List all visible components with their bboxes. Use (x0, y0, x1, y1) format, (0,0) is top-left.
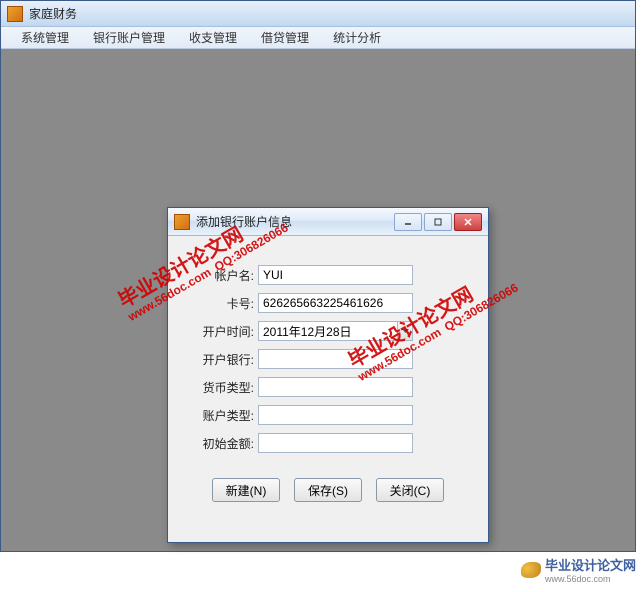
menu-system[interactable]: 系统管理 (9, 26, 81, 49)
input-open-date[interactable] (258, 321, 398, 341)
save-button[interactable]: 保存(S) (294, 478, 362, 502)
row-open-date: 开户时间: (188, 320, 468, 342)
input-account-name[interactable] (258, 265, 413, 285)
footer-text: 毕业设计论文网 (545, 555, 636, 574)
footer-url: www.56doc.com (545, 574, 636, 584)
main-window: 家庭财务 系统管理 银行账户管理 收支管理 借贷管理 统计分析 添加银行账户信息 (0, 0, 636, 552)
label-open-bank: 开户银行: (188, 351, 258, 368)
add-account-dialog: 添加银行账户信息 帐户名: (167, 207, 489, 543)
menu-stats[interactable]: 统计分析 (321, 26, 393, 49)
footer-logo: 毕业设计论文网 www.56doc.com (521, 555, 636, 584)
dialog-body: 帐户名: 卡号: 开户时间: 开户银行: 货币类型: (168, 236, 488, 518)
close-icon (463, 217, 473, 227)
chevron-down-icon (402, 329, 409, 333)
input-card-no[interactable] (258, 293, 413, 313)
menu-bar: 系统管理 银行账户管理 收支管理 借贷管理 统计分析 (1, 27, 635, 49)
close-button[interactable] (454, 213, 482, 231)
dialog-title: 添加银行账户信息 (196, 213, 394, 230)
maximize-button[interactable] (424, 213, 452, 231)
maximize-icon (433, 217, 443, 227)
label-account-type: 账户类型: (188, 407, 258, 424)
row-currency: 货币类型: (188, 376, 468, 398)
row-initial-amount: 初始金额: (188, 432, 468, 454)
app-icon (7, 6, 23, 22)
datepicker-button[interactable] (398, 321, 413, 341)
row-account-type: 账户类型: (188, 404, 468, 426)
label-initial-amount: 初始金额: (188, 435, 258, 452)
label-account-name: 帐户名: (188, 267, 258, 284)
menu-income-expense[interactable]: 收支管理 (177, 26, 249, 49)
main-title: 家庭财务 (29, 5, 77, 22)
footer-icon (521, 562, 541, 578)
new-button[interactable]: 新建(N) (212, 478, 280, 502)
menu-bank-account[interactable]: 银行账户管理 (81, 26, 177, 49)
row-open-bank: 开户银行: (188, 348, 468, 370)
input-open-bank[interactable] (258, 349, 413, 369)
input-currency[interactable] (258, 377, 413, 397)
label-currency: 货币类型: (188, 379, 258, 396)
input-initial-amount[interactable] (258, 433, 413, 453)
mdi-client-area: 添加银行账户信息 帐户名: (1, 49, 635, 551)
close-dialog-button[interactable]: 关闭(C) (376, 478, 444, 502)
row-account-name: 帐户名: (188, 264, 468, 286)
dialog-icon (174, 214, 190, 230)
menu-loan[interactable]: 借贷管理 (249, 26, 321, 49)
row-card-no: 卡号: (188, 292, 468, 314)
minimize-icon (403, 217, 413, 227)
window-controls (394, 213, 482, 231)
main-title-bar[interactable]: 家庭财务 (1, 1, 635, 27)
button-row: 新建(N) 保存(S) 关闭(C) (188, 478, 468, 502)
label-open-date: 开户时间: (188, 323, 258, 340)
label-card-no: 卡号: (188, 295, 258, 312)
input-account-type[interactable] (258, 405, 413, 425)
minimize-button[interactable] (394, 213, 422, 231)
dialog-title-bar[interactable]: 添加银行账户信息 (168, 208, 488, 236)
